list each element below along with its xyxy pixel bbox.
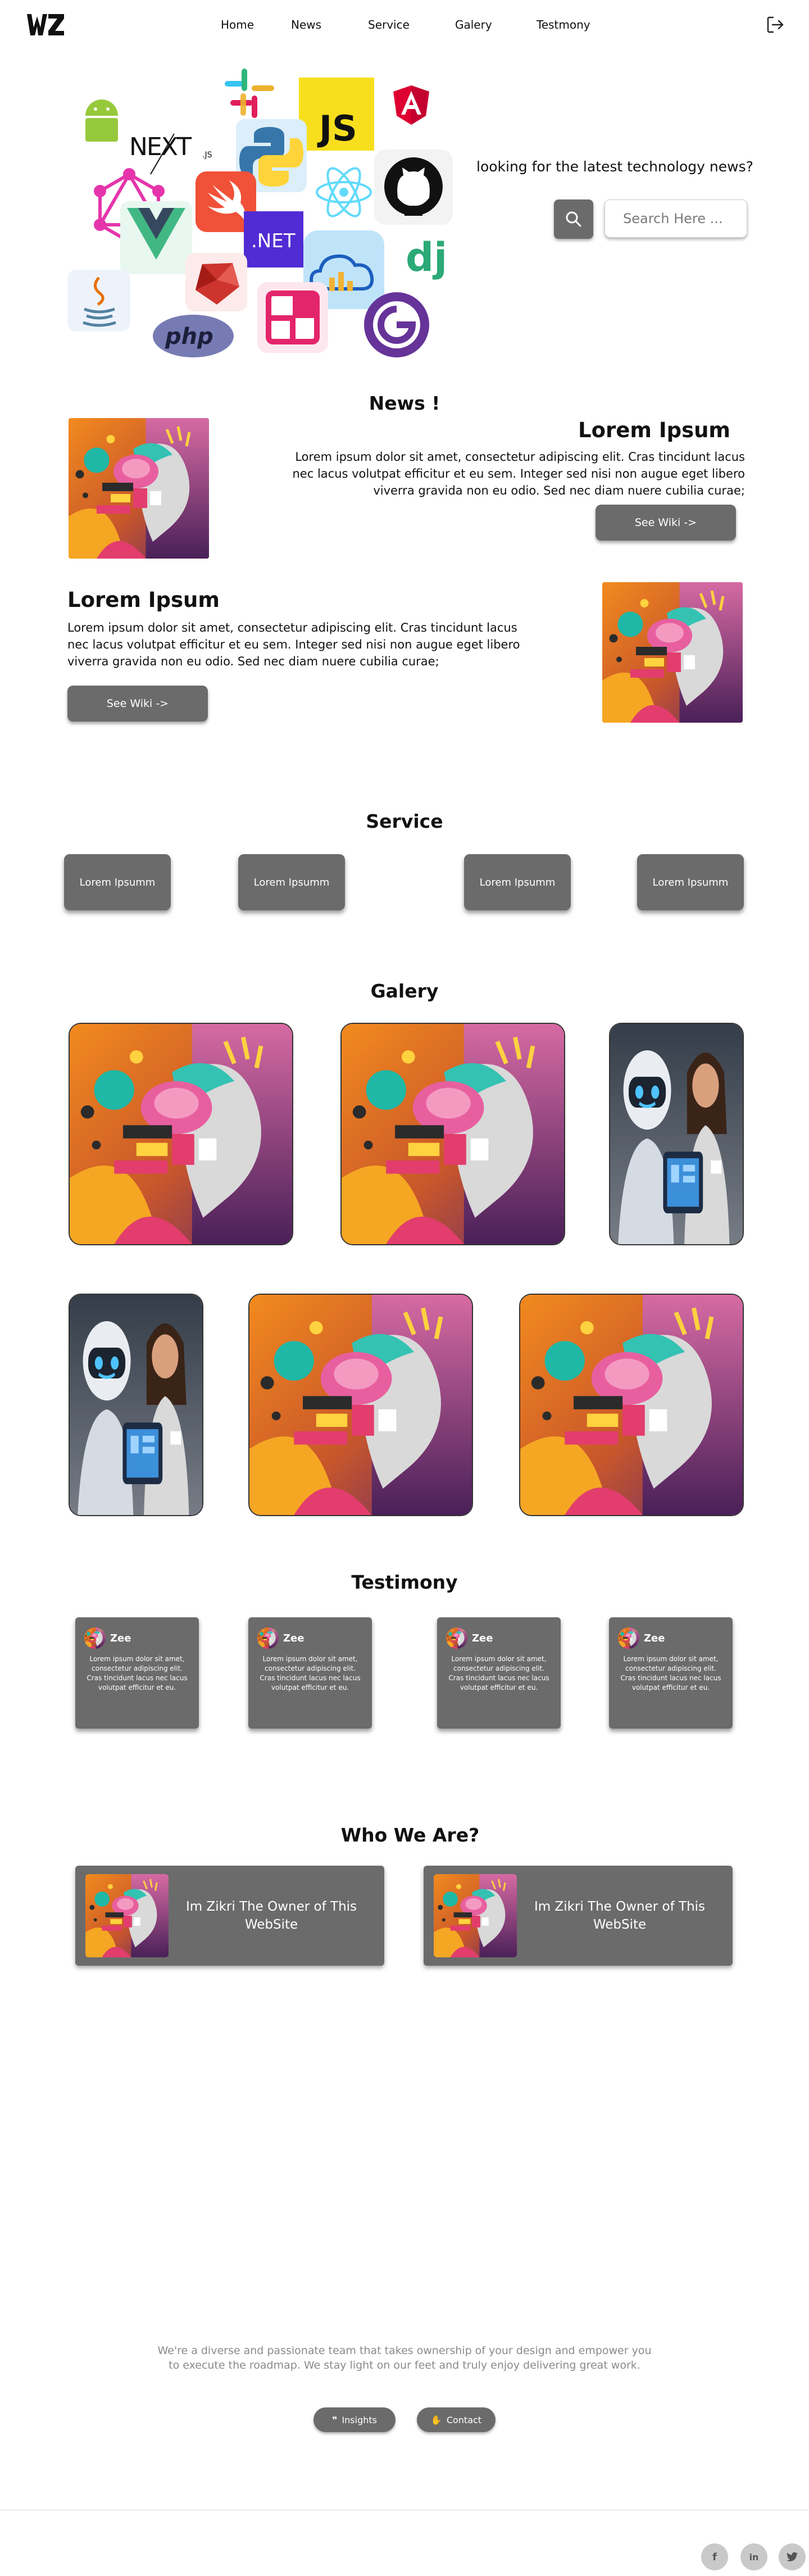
service-section-title: Service <box>366 810 443 832</box>
gatsby-icon <box>364 292 429 357</box>
logo[interactable] <box>26 11 65 39</box>
news-heading: Lorem Ipsum <box>67 588 220 612</box>
see-wiki-button[interactable]: See Wiki -> <box>67 686 208 722</box>
who-section-title: Who We Are? <box>340 1824 480 1846</box>
who-text: Im Zikri The Owner of This WebSite <box>534 1899 706 1932</box>
owner-image <box>434 1874 517 1957</box>
service-card[interactable]: Lorem Ipsumm <box>64 854 171 910</box>
nav-home-link[interactable]: Home <box>221 18 254 31</box>
slack-icon <box>225 69 274 118</box>
avatar <box>618 1627 639 1649</box>
dotnet-icon: .NET <box>244 211 303 267</box>
testimony-card: Zee Lorem ipsum dolor sit amet, consecte… <box>437 1617 561 1729</box>
owner-image <box>85 1874 169 1957</box>
twitter-icon[interactable] <box>779 2543 806 2570</box>
testimony-section-title: Testimony <box>351 1571 458 1593</box>
see-wiki-button[interactable]: See Wiki -> <box>596 505 736 541</box>
testimony-text: Lorem ipsum dolor sit amet, consectetur … <box>620 1655 721 1691</box>
avatar <box>84 1627 106 1649</box>
testimony-name: Zee <box>472 1632 493 1644</box>
svg-text:dj: dj <box>406 234 447 280</box>
search-icon <box>566 211 581 227</box>
news-section-title: News ! <box>369 392 440 414</box>
news-body: Lorem ipsum dolor sit amet, consectetur … <box>292 450 746 497</box>
testimony-name: Zee <box>110 1632 131 1644</box>
react-icon <box>316 167 372 217</box>
insights-label: Insights <box>342 2414 377 2425</box>
testimony-text: Lorem ipsum dolor sit amet, consectetur … <box>87 1655 188 1691</box>
contact-label: Contact <box>446 2414 482 2425</box>
tech-logos-cluster: JS NEXT .JS .NET dj php <box>56 62 461 365</box>
php-icon: php <box>153 315 234 357</box>
search-input[interactable] <box>605 199 747 238</box>
who-card: Im Zikri The Owner of This WebSite <box>75 1866 384 1966</box>
search-button[interactable] <box>554 199 593 239</box>
github-icon <box>374 149 453 225</box>
svg-text:.JS: .JS <box>202 151 212 160</box>
testimony-text: Lorem ipsum dolor sit amet, consectetur … <box>448 1655 549 1691</box>
avatar <box>257 1627 279 1649</box>
angular-icon <box>393 85 429 125</box>
facebook-icon[interactable]: f <box>701 2543 728 2570</box>
service-card[interactable]: Lorem Ipsumm <box>238 854 345 910</box>
avatar <box>446 1627 467 1649</box>
galery-image[interactable] <box>609 1023 744 1245</box>
service-card[interactable]: Lorem Ipsumm <box>464 854 571 910</box>
quote-icon: ❞ <box>332 2414 338 2425</box>
service-card[interactable]: Lorem Ipsumm <box>637 854 744 910</box>
javascript-icon: JS <box>299 78 374 151</box>
contact-button[interactable]: ✋ Contact <box>417 2407 496 2432</box>
wave-icon: ✋ <box>430 2414 442 2425</box>
galery-image[interactable] <box>248 1294 473 1516</box>
nav-testmony-link[interactable]: Testmony <box>537 18 590 31</box>
testimony-card: Zee Lorem ipsum dolor sit amet, consecte… <box>248 1617 372 1729</box>
django-icon: dj <box>406 234 447 280</box>
java-icon <box>67 270 130 332</box>
footer-text: We're a diverse and passionate team that… <box>157 2344 652 2371</box>
testimony-card: Zee Lorem ipsum dolor sit amet, consecte… <box>609 1617 733 1729</box>
linkedin-icon[interactable]: in <box>740 2543 767 2570</box>
testimony-card: Zee Lorem ipsum dolor sit amet, consecte… <box>75 1617 199 1729</box>
svg-text:.NET: .NET <box>251 230 296 252</box>
news-image <box>602 582 743 723</box>
logout-icon[interactable] <box>765 15 785 35</box>
galery-image[interactable] <box>69 1294 203 1516</box>
nav-galery-link[interactable]: Galery <box>455 18 492 31</box>
pink-logo-icon <box>257 282 328 353</box>
hero-question: looking for the latest technology news? <box>476 158 753 175</box>
nextjs-icon: NEXT .JS <box>129 133 212 175</box>
galery-image[interactable] <box>340 1023 565 1245</box>
svg-text:php: php <box>165 324 213 350</box>
testimony-name: Zee <box>644 1632 665 1644</box>
testimony-text: Lorem ipsum dolor sit amet, consectetur … <box>260 1655 361 1691</box>
who-text: Im Zikri The Owner of This WebSite <box>185 1899 357 1932</box>
galery-image[interactable] <box>519 1294 744 1516</box>
nav-service-link[interactable]: Service <box>368 18 410 31</box>
galery-section-title: Galery <box>370 980 439 1002</box>
ruby-icon <box>185 253 247 311</box>
android-icon <box>80 97 124 142</box>
galery-image[interactable] <box>69 1023 293 1245</box>
svg-text:JS: JS <box>317 108 357 149</box>
vue-icon <box>120 201 192 274</box>
testimony-name: Zee <box>283 1632 304 1644</box>
news-body: Lorem ipsum dolor sit amet, consectetur … <box>67 621 520 668</box>
news-heading: Lorem Ipsum <box>578 418 730 442</box>
news-image <box>69 418 209 559</box>
nav-news-link[interactable]: News <box>291 18 321 31</box>
insights-button[interactable]: ❞ Insights <box>313 2407 396 2432</box>
who-card: Im Zikri The Owner of This WebSite <box>424 1866 733 1966</box>
